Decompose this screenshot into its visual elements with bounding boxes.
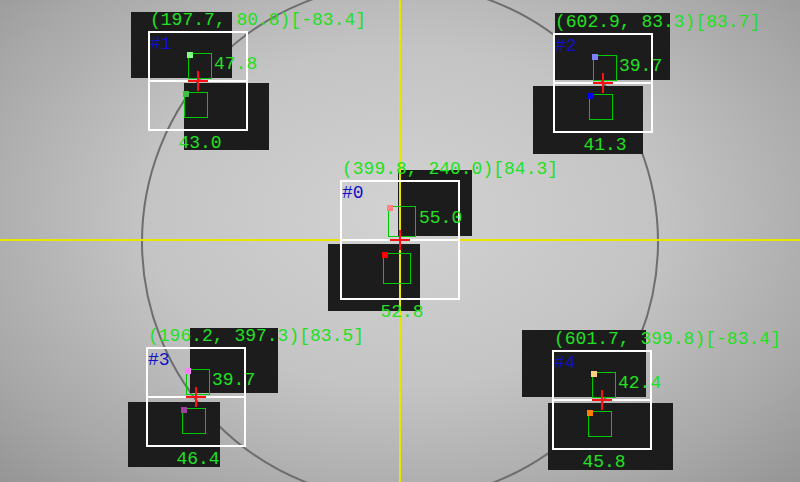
- position-text: (197.7, 80.8): [150, 10, 290, 30]
- position-text: (399.8, 240.0): [342, 159, 493, 179]
- upper-point-icon: [187, 52, 193, 58]
- center-cross-icon: [602, 73, 604, 93]
- coordinate-label: (197.7, 80.8)[-83.4]: [150, 10, 366, 30]
- angle-text: [-83.4]: [290, 10, 366, 30]
- lower-point-icon: [588, 93, 594, 99]
- marker-id: #4: [554, 353, 576, 373]
- upper-value: 39.7: [212, 370, 255, 390]
- angle-text: [83.5]: [299, 326, 364, 346]
- center-cross-icon: [601, 390, 603, 410]
- position-text: (601.7, 399.8): [554, 329, 705, 349]
- coordinate-label: (602.9, 83.3)[83.7]: [555, 12, 760, 32]
- upper-point-icon: [592, 54, 598, 60]
- marker-id: #0: [342, 183, 364, 203]
- marker-id: #2: [555, 36, 577, 56]
- upper-value: 39.7: [619, 56, 662, 76]
- position-text: (602.9, 83.3): [555, 12, 695, 32]
- upper-point-icon: [591, 371, 597, 377]
- center-cross-icon: [197, 71, 199, 91]
- coordinate-label: (399.8, 240.0)[84.3]: [342, 159, 558, 179]
- angle-text: [83.7]: [695, 12, 760, 32]
- angle-text: [-83.4]: [705, 329, 781, 349]
- upper-point-icon: [387, 205, 393, 211]
- coordinate-label: (601.7, 399.8)[-83.4]: [554, 329, 781, 349]
- coordinate-label: (196.2, 397.3)[83.5]: [148, 326, 364, 346]
- lower-point-icon: [587, 410, 593, 416]
- upper-value: 42.4: [618, 373, 661, 393]
- upper-point-icon: [185, 368, 191, 374]
- center-cross-icon: [399, 230, 401, 250]
- marker-id: #1: [150, 34, 172, 54]
- marker-id: #3: [148, 350, 170, 370]
- angle-text: [84.3]: [493, 159, 558, 179]
- upper-value: 47.8: [214, 54, 257, 74]
- camera-view: (399.8, 240.0)[84.3] #0 55.0 52.8 (197.7, 80…: [0, 0, 800, 482]
- lower-value: 52.8: [378, 302, 426, 322]
- center-cross-icon: [195, 387, 197, 407]
- position-text: (196.2, 397.3): [148, 326, 299, 346]
- lower-value: 41.3: [581, 135, 629, 155]
- lower-value: 45.8: [580, 452, 628, 472]
- lower-point-icon: [181, 407, 187, 413]
- lower-point-icon: [382, 252, 388, 258]
- lower-point-icon: [183, 91, 189, 97]
- upper-value: 55.0: [419, 208, 462, 228]
- lower-value: 46.4: [174, 449, 222, 469]
- lower-value: 43.0: [176, 133, 224, 153]
